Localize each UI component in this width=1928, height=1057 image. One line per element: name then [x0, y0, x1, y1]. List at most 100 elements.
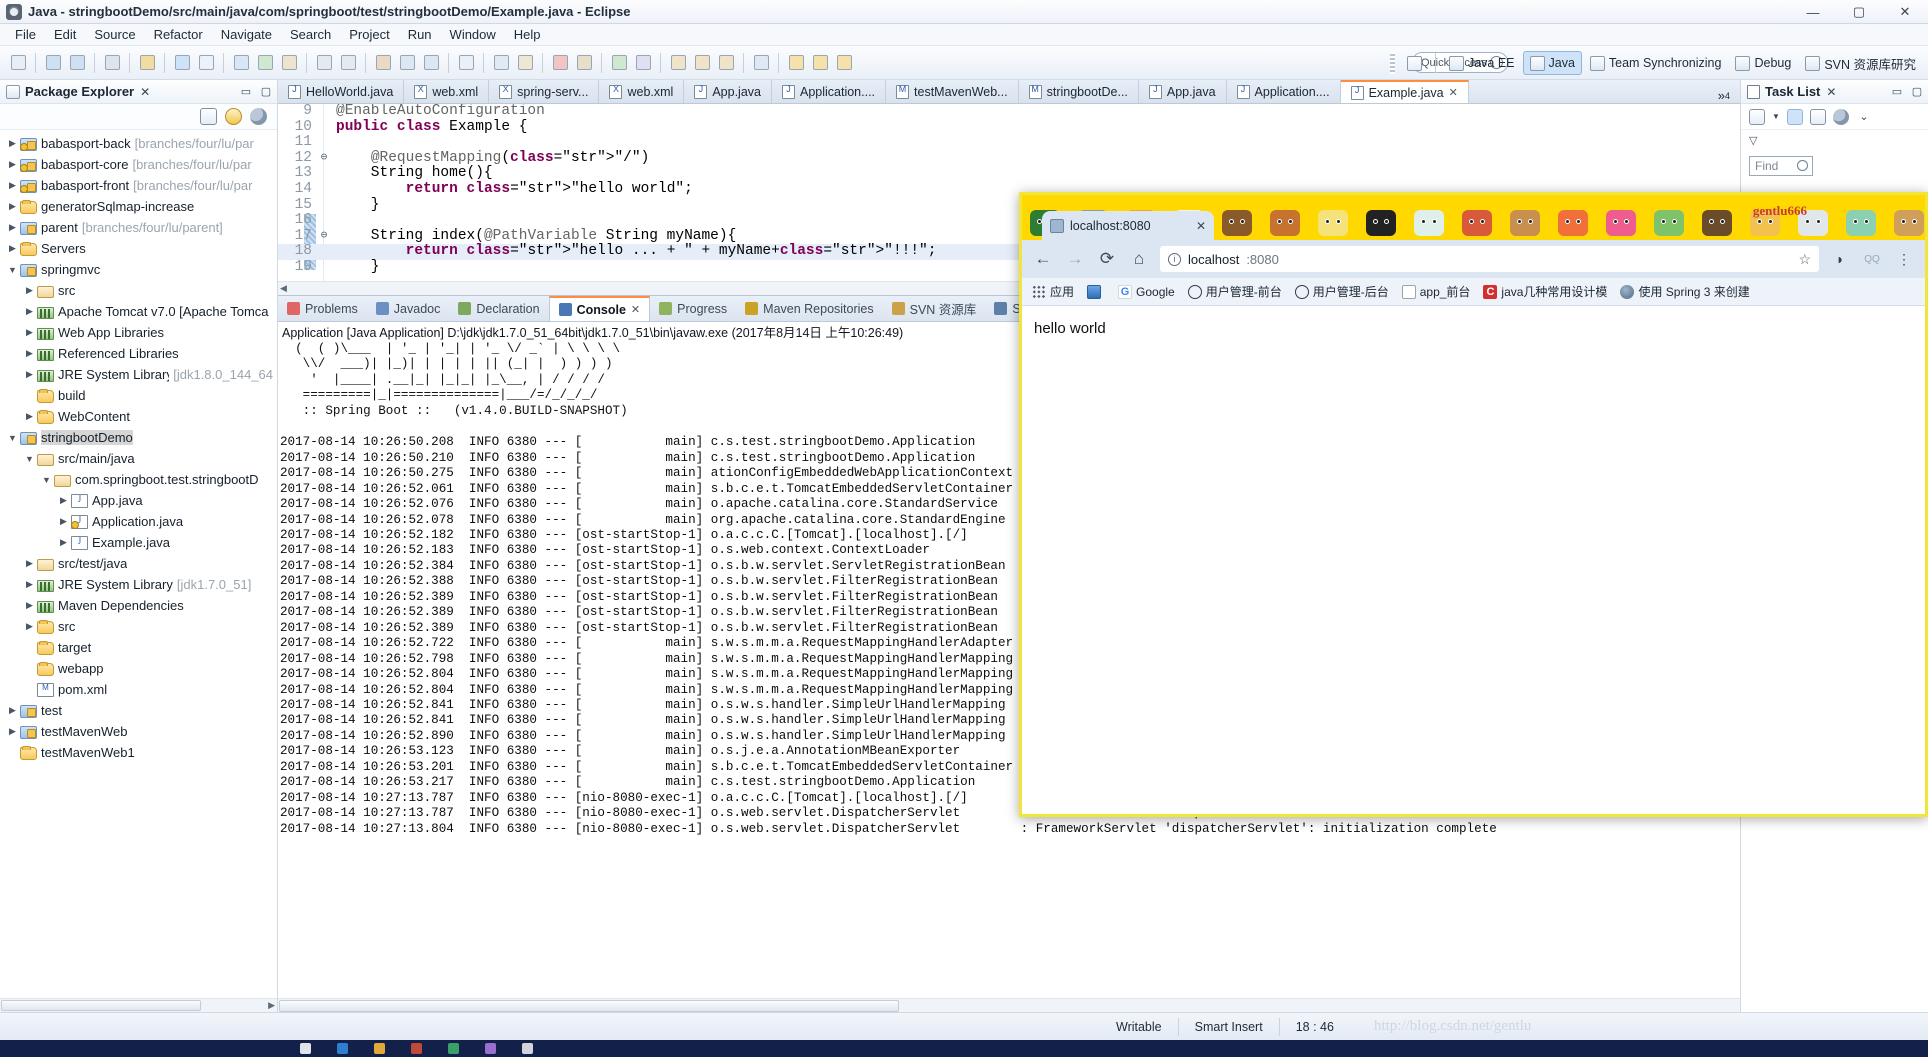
- fold-toggle-icon[interactable]: ⊖: [318, 229, 330, 245]
- code-line[interactable]: 10 public class Example {: [278, 119, 1740, 136]
- perspective-java[interactable]: Java: [1522, 51, 1582, 75]
- menu-item-run[interactable]: Run: [399, 25, 441, 44]
- open-task-icon[interactable]: [514, 52, 536, 74]
- minimize-button[interactable]: —: [1790, 0, 1836, 24]
- chevron-right-icon[interactable]: ▶: [23, 284, 36, 297]
- tree-item[interactable]: ▶ testMavenWeb: [0, 721, 277, 742]
- new-java-project-icon[interactable]: [171, 52, 193, 74]
- tree-item[interactable]: ▶ JRE System Library [jdk1.8.0_144_64: [0, 364, 277, 385]
- tree-item[interactable]: ▶ generatorSqlmap-increase: [0, 196, 277, 217]
- console-tab[interactable]: Console ✕: [548, 296, 651, 321]
- tab-close-icon[interactable]: ✕: [1196, 219, 1206, 233]
- close-icon[interactable]: ✕: [1449, 86, 1458, 99]
- menu-item-navigate[interactable]: Navigate: [212, 25, 281, 44]
- tree-item[interactable]: ▶ src/test/java: [0, 553, 277, 574]
- yellow-c-icon[interactable]: [833, 52, 855, 74]
- perspective-svn-[interactable]: SVN 资源库研究: [1799, 51, 1922, 75]
- close-icon[interactable]: ✕: [1826, 85, 1836, 99]
- menu-item-window[interactable]: Window: [441, 25, 505, 44]
- save-all-icon[interactable]: [66, 52, 88, 74]
- code-line[interactable]: 9 @EnableAutoConfiguration: [278, 104, 1740, 120]
- code-line[interactable]: 13 String home(){: [278, 166, 1740, 182]
- svn-update-icon[interactable]: [691, 52, 713, 74]
- chevron-right-icon[interactable]: ▶: [6, 221, 19, 234]
- tree-item[interactable]: ▶ WebContent: [0, 406, 277, 427]
- tree-item[interactable]: ▶ Referenced Libraries: [0, 343, 277, 364]
- more-tabs-button[interactable]: » 4: [1708, 88, 1740, 103]
- taskbar-item[interactable]: [337, 1043, 348, 1054]
- chevron-right-icon[interactable]: ▶: [6, 725, 19, 738]
- taskbar-item[interactable]: [300, 1043, 311, 1054]
- perspective-java-ee[interactable]: Java EE: [1443, 51, 1521, 75]
- menu-item-refactor[interactable]: Refactor: [145, 25, 212, 44]
- maven-icon[interactable]: [750, 52, 772, 74]
- open-perspective-button[interactable]: [1401, 51, 1428, 75]
- tree-item[interactable]: ▶ Apache Tomcat v7.0 [Apache Tomca: [0, 301, 277, 322]
- scroll-right-arrow[interactable]: ▶: [268, 1000, 275, 1011]
- tree-item[interactable]: ▶ parent [branches/four/lu/parent]: [0, 217, 277, 238]
- chevron-right-icon[interactable]: ▶: [6, 704, 19, 717]
- tree-item[interactable]: target: [0, 637, 277, 658]
- tree-item[interactable]: ▶ App.java: [0, 490, 277, 511]
- profile-icon[interactable]: [632, 52, 654, 74]
- categorized-view-icon[interactable]: [1787, 108, 1803, 125]
- site-info-icon[interactable]: i: [1168, 252, 1181, 266]
- tree-item[interactable]: ▶ Maven Dependencies: [0, 595, 277, 616]
- bookmark-item[interactable]: 使用 Spring 3 来创建: [1620, 283, 1750, 300]
- tree-item[interactable]: ▶ JRE System Library [jdk1.7.0_51]: [0, 574, 277, 595]
- chevron-right-icon[interactable]: ▶: [6, 179, 19, 192]
- maximize-icon[interactable]: ▢: [1910, 84, 1924, 98]
- dropdown-arrow-icon[interactable]: ▼: [1772, 109, 1780, 125]
- bookmark-star-icon[interactable]: ☆: [1798, 251, 1811, 268]
- bookmark-item[interactable]: 用户管理-后台: [1294, 283, 1389, 300]
- tree-item[interactable]: ▶ src: [0, 280, 277, 301]
- menu-item-project[interactable]: Project: [340, 25, 398, 44]
- chevron-right-icon[interactable]: ▶: [23, 368, 36, 381]
- back-icon[interactable]: [396, 52, 418, 74]
- coverage-icon[interactable]: [608, 52, 630, 74]
- menu-icon[interactable]: ⋮: [1893, 248, 1915, 270]
- new-icon[interactable]: [7, 52, 29, 74]
- scrollbar-thumb[interactable]: [279, 1000, 899, 1012]
- editor-tab[interactable]: MtestMavenWeb...: [886, 80, 1019, 103]
- bookmark-item[interactable]: app_前台: [1401, 283, 1470, 300]
- tree-item[interactable]: ▶ Servers: [0, 238, 277, 259]
- chevron-right-icon[interactable]: ▶: [23, 578, 36, 591]
- external-tools-icon[interactable]: [278, 52, 300, 74]
- forward-icon[interactable]: [420, 52, 442, 74]
- view-menu-icon[interactable]: ⌄: [1856, 109, 1872, 125]
- menu-item-search[interactable]: Search: [281, 25, 340, 44]
- console-tab[interactable]: Problems: [278, 296, 367, 321]
- taskbar-item[interactable]: [485, 1043, 496, 1054]
- tree-item[interactable]: build: [0, 385, 277, 406]
- chevron-right-icon[interactable]: ▶: [23, 599, 36, 612]
- maximize-icon[interactable]: ▢: [259, 84, 273, 98]
- yellow-b-icon[interactable]: [809, 52, 831, 74]
- chevron-right-icon[interactable]: ▶: [23, 410, 36, 423]
- console-tab[interactable]: Javadoc: [367, 296, 450, 321]
- chevron-right-icon[interactable]: ▶: [23, 557, 36, 570]
- tree-item[interactable]: ▼ stringbootDemo: [0, 427, 277, 448]
- editor-tab[interactable]: J HelloWorld.java: [278, 80, 405, 103]
- terminate-icon[interactable]: [549, 52, 571, 74]
- console-tab[interactable]: Declaration: [449, 296, 548, 321]
- tree-item[interactable]: pom.xml: [0, 679, 277, 700]
- chevron-right-icon[interactable]: ▶: [6, 242, 19, 255]
- collapse-all-icon[interactable]: [200, 108, 217, 125]
- bookmark-item[interactable]: Cjava几种常用设计模: [1483, 283, 1607, 300]
- minimize-icon[interactable]: ▭: [239, 84, 253, 98]
- yellow-a-icon[interactable]: [785, 52, 807, 74]
- scheduled-view-icon[interactable]: [1810, 108, 1826, 125]
- previous-annotation-icon[interactable]: [337, 52, 359, 74]
- perspective-debug[interactable]: Debug: [1729, 51, 1797, 75]
- menu-item-file[interactable]: File: [6, 25, 45, 44]
- build-icon[interactable]: [136, 52, 158, 74]
- home-icon[interactable]: ⌂: [1128, 248, 1150, 270]
- task-find-input[interactable]: Find: [1749, 156, 1813, 176]
- new-class-icon[interactable]: [195, 52, 217, 74]
- chevron-right-icon[interactable]: ▶: [6, 158, 19, 171]
- taskbar-item[interactable]: [374, 1043, 385, 1054]
- next-annotation-icon[interactable]: [313, 52, 335, 74]
- console-tab[interactable]: Maven Repositories: [736, 296, 882, 321]
- taskbar-item[interactable]: [522, 1043, 533, 1054]
